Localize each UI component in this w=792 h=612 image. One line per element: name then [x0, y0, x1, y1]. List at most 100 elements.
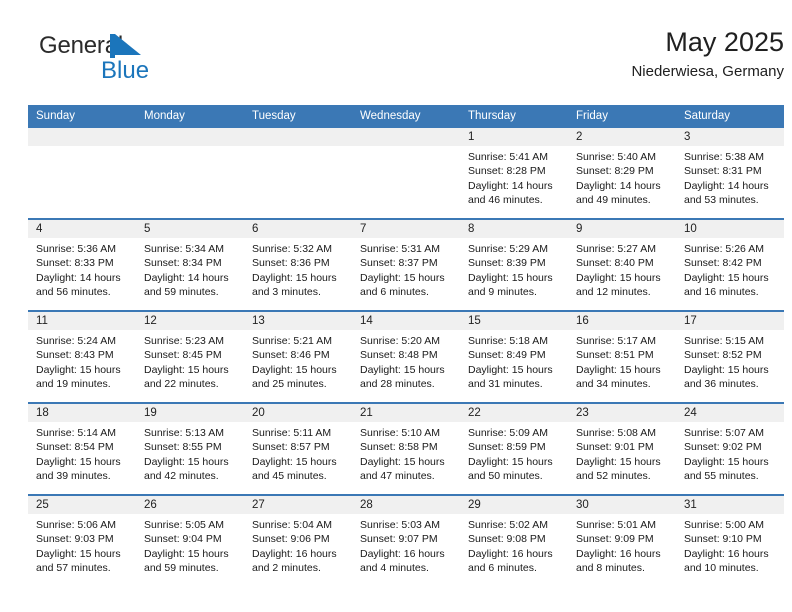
day-details: Sunrise: 5:03 AM Sunset: 9:07 PM Daylight:…	[352, 514, 460, 575]
page-header: General Blue May 2025 Niederwiesa, Germa…	[28, 26, 784, 100]
calendar-cell-day[interactable]: 2 Sunrise: 5:40 AM Sunset: 8:29 PM Daylight…	[568, 128, 676, 219]
sunrise-text: Sunrise: 5:21 AM	[252, 335, 332, 347]
calendar-cell-day[interactable]: 11 Sunrise: 5:24 AM Sunset: 8:43 PM Dayligh…	[28, 310, 136, 403]
daylight-text: Daylight: 15 hours and 3 minutes.	[252, 271, 337, 298]
weekday-header-tuesday: Tuesday	[244, 105, 352, 128]
sunset-text: Sunset: 8:49 PM	[468, 349, 546, 362]
sunrise-text: Sunrise: 5:34 AM	[144, 243, 224, 255]
day-details: Sunrise: 5:18 AM Sunset: 8:49 PM Daylight:…	[460, 330, 568, 391]
sunrise-text: Sunrise: 5:15 AM	[684, 335, 764, 347]
daylight-text: Daylight: 14 hours and 53 minutes.	[684, 179, 769, 206]
calendar-week-row: 4 Sunrise: 5:36 AM Sunset: 8:33 PM Daylight…	[28, 218, 784, 311]
calendar-week-row: 11 Sunrise: 5:24 AM Sunset: 8:43 PM Dayligh…	[28, 310, 784, 403]
calendar-cell-day[interactable]: 10 Sunrise: 5:26 AM Sunset: 8:42 PM Dayligh…	[676, 218, 784, 311]
flag-triangle-icon	[110, 34, 143, 58]
calendar-cell-day[interactable]: 30 Sunrise: 5:01 AM Sunset: 9:09 PM Dayligh…	[568, 494, 676, 586]
day-number: 17	[676, 312, 784, 330]
day-number: 13	[244, 312, 352, 330]
day-number	[136, 128, 244, 146]
daylight-text: Daylight: 15 hours and 12 minutes.	[576, 271, 661, 298]
sunset-text: Sunset: 8:29 PM	[576, 165, 654, 178]
sunrise-text: Sunrise: 5:01 AM	[576, 519, 656, 531]
calendar-cell-day[interactable]: 29 Sunrise: 5:02 AM Sunset: 9:08 PM Dayligh…	[460, 494, 568, 586]
sunrise-text: Sunrise: 5:03 AM	[360, 519, 440, 531]
day-details: Sunrise: 5:06 AM Sunset: 9:03 PM Daylight:…	[28, 514, 136, 575]
daylight-text: Daylight: 15 hours and 28 minutes.	[360, 363, 445, 390]
calendar-body: 1 Sunrise: 5:41 AM Sunset: 8:28 PM Daylight…	[28, 128, 784, 586]
sunrise-text: Sunrise: 5:26 AM	[684, 243, 764, 255]
day-number: 11	[28, 312, 136, 330]
calendar-cell-day[interactable]: 7 Sunrise: 5:31 AM Sunset: 8:37 PM Daylight…	[352, 218, 460, 311]
day-details: Sunrise: 5:09 AM Sunset: 8:59 PM Daylight:…	[460, 422, 568, 483]
calendar-cell-day[interactable]: 8 Sunrise: 5:29 AM Sunset: 8:39 PM Daylight…	[460, 218, 568, 311]
calendar-cell-day[interactable]: 1 Sunrise: 5:41 AM Sunset: 8:28 PM Daylight…	[460, 128, 568, 219]
day-number: 29	[460, 496, 568, 514]
brand-logo[interactable]: General Blue	[39, 32, 229, 92]
calendar-cell-day[interactable]: 17 Sunrise: 5:15 AM Sunset: 8:52 PM Dayligh…	[676, 310, 784, 403]
day-details: Sunrise: 5:00 AM Sunset: 9:10 PM Daylight:…	[676, 514, 784, 575]
day-details: Sunrise: 5:17 AM Sunset: 8:51 PM Daylight:…	[568, 330, 676, 391]
calendar-cell-day[interactable]: 13 Sunrise: 5:21 AM Sunset: 8:46 PM Dayligh…	[244, 310, 352, 403]
day-details: Sunrise: 5:38 AM Sunset: 8:31 PM Daylight:…	[676, 146, 784, 207]
weekday-header-wednesday: Wednesday	[352, 105, 460, 128]
day-details: Sunrise: 5:01 AM Sunset: 9:09 PM Daylight:…	[568, 514, 676, 575]
sunset-text: Sunset: 8:42 PM	[684, 257, 762, 270]
calendar-cell-day[interactable]: 18 Sunrise: 5:14 AM Sunset: 8:54 PM Dayligh…	[28, 402, 136, 495]
calendar-cell-day[interactable]: 12 Sunrise: 5:23 AM Sunset: 8:45 PM Dayligh…	[136, 310, 244, 403]
calendar-cell-day[interactable]: 28 Sunrise: 5:03 AM Sunset: 9:07 PM Dayligh…	[352, 494, 460, 586]
calendar-cell-day[interactable]: 26 Sunrise: 5:05 AM Sunset: 9:04 PM Dayligh…	[136, 494, 244, 586]
daylight-text: Daylight: 15 hours and 45 minutes.	[252, 455, 337, 482]
calendar-cell-day[interactable]: 22 Sunrise: 5:09 AM Sunset: 8:59 PM Dayligh…	[460, 402, 568, 495]
sunset-text: Sunset: 8:58 PM	[360, 441, 438, 454]
calendar-cell-day[interactable]: 24 Sunrise: 5:07 AM Sunset: 9:02 PM Dayligh…	[676, 402, 784, 495]
sunrise-text: Sunrise: 5:20 AM	[360, 335, 440, 347]
calendar-cell-day[interactable]: 15 Sunrise: 5:18 AM Sunset: 8:49 PM Dayligh…	[460, 310, 568, 403]
daylight-text: Daylight: 15 hours and 59 minutes.	[144, 547, 229, 574]
day-details: Sunrise: 5:31 AM Sunset: 8:37 PM Daylight:…	[352, 238, 460, 299]
day-number: 31	[676, 496, 784, 514]
day-details: Sunrise: 5:05 AM Sunset: 9:04 PM Daylight:…	[136, 514, 244, 575]
day-number: 22	[460, 404, 568, 422]
calendar-cell-empty	[244, 128, 352, 219]
sunrise-text: Sunrise: 5:06 AM	[36, 519, 116, 531]
calendar-cell-day[interactable]: 27 Sunrise: 5:04 AM Sunset: 9:06 PM Dayligh…	[244, 494, 352, 586]
daylight-text: Daylight: 15 hours and 34 minutes.	[576, 363, 661, 390]
sunrise-text: Sunrise: 5:29 AM	[468, 243, 548, 255]
page-subtitle: Niederwiesa, Germany	[631, 63, 784, 80]
day-number: 19	[136, 404, 244, 422]
day-details: Sunrise: 5:26 AM Sunset: 8:42 PM Daylight:…	[676, 238, 784, 299]
sunset-text: Sunset: 9:08 PM	[468, 533, 546, 546]
calendar-cell-day[interactable]: 19 Sunrise: 5:13 AM Sunset: 8:55 PM Dayligh…	[136, 402, 244, 495]
calendar-cell-day[interactable]: 3 Sunrise: 5:38 AM Sunset: 8:31 PM Daylight…	[676, 128, 784, 219]
calendar-cell-day[interactable]: 14 Sunrise: 5:20 AM Sunset: 8:48 PM Dayligh…	[352, 310, 460, 403]
sunset-text: Sunset: 8:46 PM	[252, 349, 330, 362]
day-number: 21	[352, 404, 460, 422]
calendar-table: Sunday Monday Tuesday Wednesday Thursday…	[28, 105, 784, 586]
sunset-text: Sunset: 8:54 PM	[36, 441, 114, 454]
day-number: 9	[568, 220, 676, 238]
day-number: 10	[676, 220, 784, 238]
calendar-cell-day[interactable]: 16 Sunrise: 5:17 AM Sunset: 8:51 PM Dayligh…	[568, 310, 676, 403]
calendar-cell-day[interactable]: 6 Sunrise: 5:32 AM Sunset: 8:36 PM Daylight…	[244, 218, 352, 311]
calendar-cell-day[interactable]: 9 Sunrise: 5:27 AM Sunset: 8:40 PM Daylight…	[568, 218, 676, 311]
sunset-text: Sunset: 9:06 PM	[252, 533, 330, 546]
calendar-cell-day[interactable]: 21 Sunrise: 5:10 AM Sunset: 8:58 PM Dayligh…	[352, 402, 460, 495]
day-number: 8	[460, 220, 568, 238]
daylight-text: Daylight: 15 hours and 50 minutes.	[468, 455, 553, 482]
calendar-cell-day[interactable]: 23 Sunrise: 5:08 AM Sunset: 9:01 PM Dayligh…	[568, 402, 676, 495]
calendar-cell-day[interactable]: 4 Sunrise: 5:36 AM Sunset: 8:33 PM Daylight…	[28, 218, 136, 311]
sunset-text: Sunset: 8:59 PM	[468, 441, 546, 454]
daylight-text: Daylight: 15 hours and 9 minutes.	[468, 271, 553, 298]
page-title: May 2025	[665, 27, 784, 57]
sunset-text: Sunset: 9:02 PM	[684, 441, 762, 454]
day-details: Sunrise: 5:24 AM Sunset: 8:43 PM Daylight:…	[28, 330, 136, 391]
calendar-cell-day[interactable]: 31 Sunrise: 5:00 AM Sunset: 9:10 PM Dayligh…	[676, 494, 784, 586]
calendar-cell-day[interactable]: 25 Sunrise: 5:06 AM Sunset: 9:03 PM Dayligh…	[28, 494, 136, 586]
day-details: Sunrise: 5:34 AM Sunset: 8:34 PM Daylight:…	[136, 238, 244, 299]
calendar-cell-day[interactable]: 20 Sunrise: 5:11 AM Sunset: 8:57 PM Dayligh…	[244, 402, 352, 495]
sunrise-text: Sunrise: 5:11 AM	[252, 427, 332, 439]
calendar-cell-day[interactable]: 5 Sunrise: 5:34 AM Sunset: 8:34 PM Daylight…	[136, 218, 244, 311]
sunrise-text: Sunrise: 5:14 AM	[36, 427, 116, 439]
day-details: Sunrise: 5:29 AM Sunset: 8:39 PM Daylight:…	[460, 238, 568, 299]
day-details: Sunrise: 5:13 AM Sunset: 8:55 PM Daylight:…	[136, 422, 244, 483]
